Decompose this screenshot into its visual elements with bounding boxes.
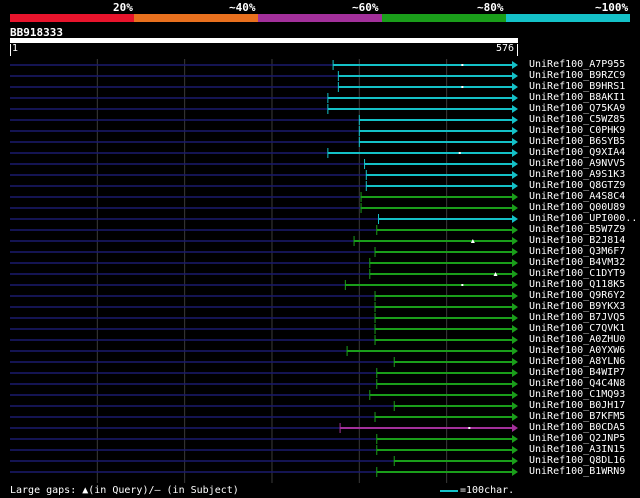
- hit-arrowhead: [512, 105, 518, 113]
- hit-label[interactable]: UniRef100_Q00U89: [529, 202, 625, 213]
- hit-arrowhead: [512, 347, 518, 355]
- hit-label[interactable]: UniRef100_C1MQ93: [529, 389, 625, 400]
- footer-scale-text: =100char.: [460, 485, 515, 496]
- hit-arrowhead: [512, 424, 518, 432]
- hit-label[interactable]: UniRef100_A9S1K3: [529, 169, 625, 180]
- hit-label[interactable]: UniRef100_Q8GTZ9: [529, 180, 625, 191]
- hit-label[interactable]: UniRef100_A7P955: [529, 59, 625, 70]
- hit-arrowhead: [512, 270, 518, 278]
- hit-arrowhead: [512, 446, 518, 454]
- hit-label[interactable]: UniRef100_A3IN15: [529, 444, 625, 455]
- hit-arrowhead: [512, 457, 518, 465]
- hit-arrowhead: [512, 303, 518, 311]
- hit-label[interactable]: UniRef100_B0JH17: [529, 400, 625, 411]
- hit-arrowhead: [512, 138, 518, 146]
- hit-arrowhead: [512, 358, 518, 366]
- hit-arrowhead: [512, 116, 518, 124]
- hit-arrowhead: [512, 468, 518, 476]
- hit-label[interactable]: UniRef100_B5W7Z9: [529, 224, 625, 235]
- hit-arrowhead: [512, 160, 518, 168]
- hit-label[interactable]: UniRef100_A8YLN6: [529, 356, 625, 367]
- hit-arrowhead: [512, 72, 518, 80]
- hit-label[interactable]: UniRef100_Q118K5: [529, 279, 625, 290]
- hit-arrowhead: [512, 402, 518, 410]
- hit-arrowhead: [512, 149, 518, 157]
- hit-arrowhead: [512, 248, 518, 256]
- hit-label[interactable]: UniRef100_A0ZHU0: [529, 334, 625, 345]
- hit-label[interactable]: UniRef100_B0CDA5: [529, 422, 625, 433]
- hit-label[interactable]: UniRef100_B4VM32: [529, 257, 625, 268]
- hit-label[interactable]: UniRef100_B6SYB5: [529, 136, 625, 147]
- hit-arrowhead: [512, 182, 518, 190]
- hit-label[interactable]: UniRef100_Q4C4N8: [529, 378, 625, 389]
- hit-arrowhead: [512, 314, 518, 322]
- footer-scale-key: [440, 490, 458, 492]
- hit-label[interactable]: UniRef100_Q2JNP5: [529, 433, 625, 444]
- hit-label[interactable]: UniRef100_A9NVV5: [529, 158, 625, 169]
- hit-arrowhead: [512, 380, 518, 388]
- hit-label[interactable]: UniRef100_B9HRS1: [529, 81, 625, 92]
- hit-label[interactable]: UniRef100_B9YKX3: [529, 301, 625, 312]
- hit-label[interactable]: UniRef100_A0YXW6: [529, 345, 625, 356]
- hit-label[interactable]: UniRef100_C7QVK1: [529, 323, 625, 334]
- hit-label[interactable]: UniRef100_Q8DL16: [529, 455, 625, 466]
- hit-arrowhead: [512, 61, 518, 69]
- footer-gaps-legend: Large gaps: ▲(in Query)/— (in Subject): [10, 485, 239, 496]
- hit-label[interactable]: UniRef100_C5WZ85: [529, 114, 625, 125]
- hit-label[interactable]: UniRef100_Q75KA9: [529, 103, 625, 114]
- hit-arrowhead: [512, 292, 518, 300]
- hit-arrowhead: [512, 193, 518, 201]
- hit-arrowhead: [512, 391, 518, 399]
- hit-arrowhead: [512, 336, 518, 344]
- hit-label[interactable]: UniRef100_B8AKI1: [529, 92, 625, 103]
- hit-label[interactable]: UniRef100_Q3M6F7: [529, 246, 625, 257]
- hit-label[interactable]: UniRef100_B7KFM5: [529, 411, 625, 422]
- hit-label[interactable]: UniRef100_B1WRN9: [529, 466, 625, 477]
- hit-label[interactable]: UniRef100_UPI000..: [529, 213, 637, 224]
- hit-label[interactable]: UniRef100_Q9R6Y2: [529, 290, 625, 301]
- hit-label[interactable]: UniRef100_A4S8C4: [529, 191, 625, 202]
- hit-arrowhead: [512, 171, 518, 179]
- hit-arrowhead: [512, 204, 518, 212]
- hit-label[interactable]: UniRef100_B2J814: [529, 235, 625, 246]
- hit-arrowhead: [512, 226, 518, 234]
- hit-arrowhead: [512, 369, 518, 377]
- hit-arrowhead: [512, 215, 518, 223]
- hit-arrowhead: [512, 127, 518, 135]
- hit-arrowhead: [512, 435, 518, 443]
- hit-arrowhead: [512, 259, 518, 267]
- hit-label[interactable]: UniRef100_C1DYT9: [529, 268, 625, 279]
- hit-arrowhead: [512, 83, 518, 91]
- hit-arrowhead: [512, 237, 518, 245]
- hit-arrowhead: [512, 94, 518, 102]
- hit-arrowhead: [512, 281, 518, 289]
- hit-label[interactable]: UniRef100_B4WIP7: [529, 367, 625, 378]
- hit-arrowhead: [512, 325, 518, 333]
- hit-label[interactable]: UniRef100_C0PHK9: [529, 125, 625, 136]
- hit-label[interactable]: UniRef100_B9RZC9: [529, 70, 625, 81]
- hit-arrowhead: [512, 413, 518, 421]
- hit-label[interactable]: UniRef100_B7JVQ5: [529, 312, 625, 323]
- hit-label[interactable]: UniRef100_Q9XIA4: [529, 147, 625, 158]
